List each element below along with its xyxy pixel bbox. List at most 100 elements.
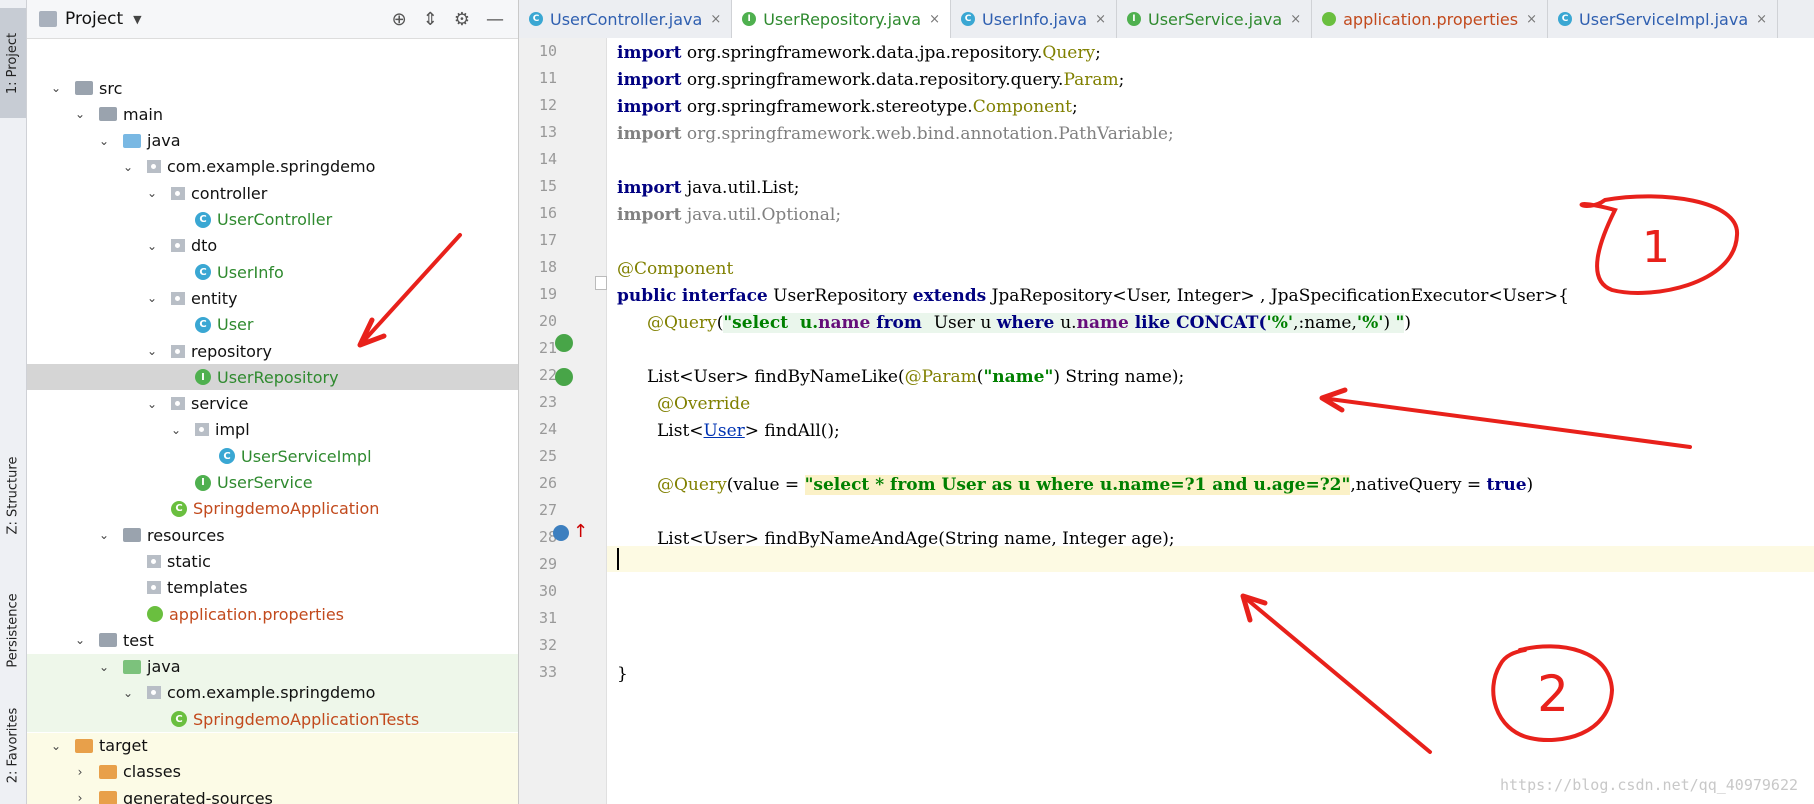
tree-item[interactable]: ⌄ impl [27,417,518,443]
code-line-24: List<User> findAll(); [657,421,840,441]
tree-item[interactable]: ⌄ service [27,391,518,417]
close-icon[interactable]: × [710,12,721,27]
tree-item-label: SpringdemoApplicationTests [193,709,420,729]
code-line-10: import org.springframework.data.jpa.repo… [617,43,1101,63]
tree-item[interactable]: C UserController [27,207,518,233]
editor-tab[interactable]: I UserRepository.java × [732,0,951,38]
project-panel-title: Project [65,9,124,29]
chevron-down-icon[interactable]: ⌄ [169,423,183,437]
tree-item[interactable]: C User [27,312,518,338]
tree-item[interactable]: I UserService [27,470,518,496]
tree-item[interactable]: I UserRepository [27,364,518,391]
tree-item[interactable]: ⌄ src [27,75,518,101]
code-line-15: import java.util.List; [617,178,800,198]
chevron-down-icon[interactable]: ⌄ [73,633,87,647]
tree-item[interactable]: ⌄ java [27,128,518,154]
editor-tab[interactable]: C UserController.java × [519,0,733,38]
chevron-down-icon[interactable]: ⌄ [121,160,135,174]
package-icon [171,239,185,253]
tree-item[interactable]: ⌄ entity [27,285,518,311]
tab-structure-tool[interactable]: Z: Structure [0,440,26,550]
tree-item[interactable]: ⌄ repository [27,338,518,364]
line-number: 31 [538,609,557,627]
tree-item[interactable]: ⌄ controller [27,180,518,206]
chevron-down-icon[interactable]: ⌄ [97,660,111,674]
editor-tab-label: application.properties [1343,9,1519,29]
editor-tab-label: UserRepository.java [763,9,922,29]
close-icon[interactable]: × [929,12,940,27]
editor-tab[interactable]: C UserServiceImpl.java × [1548,0,1779,38]
tree-item[interactable]: ⌄ main [27,101,518,127]
code-editor[interactable]: import org.springframework.data.jpa.repo… [607,38,1814,804]
tree-item[interactable]: C SpringdemoApplication [27,496,518,522]
chevron-down-icon[interactable]: ⌄ [145,291,159,305]
tree-item[interactable]: application.properties [27,601,518,627]
tree-item[interactable]: static [27,548,518,574]
tree-item[interactable]: ⌄ java [27,653,518,680]
chevron-down-icon[interactable]: ⌄ [121,686,135,700]
class-icon: C [195,264,211,281]
chevron-right-icon[interactable]: › [73,791,87,804]
chevron-down-icon[interactable]: ⌄ [145,186,159,200]
tab-project-tool[interactable]: 1: Project [0,8,26,118]
tab-persistence-tool[interactable]: Persistence [0,580,26,680]
interface-icon: I [195,369,211,386]
code-line-11: import org.springframework.data.reposito… [617,70,1125,90]
tree-item-label: entity [191,288,238,308]
editor-tab[interactable]: I UserService.java × [1117,0,1313,38]
line-number: 24 [538,420,557,438]
close-icon[interactable]: × [1095,12,1106,27]
chevron-down-icon[interactable]: ⌄ [97,134,111,148]
chevron-down-icon[interactable]: ⌄ [73,107,87,121]
code-line-23: @Override [657,394,751,414]
chevron-down-icon[interactable]: ⌄ [145,239,159,253]
override-icon[interactable] [553,525,569,541]
close-icon[interactable]: × [1526,12,1537,27]
editor-tab[interactable]: application.properties × [1312,0,1549,38]
user-type-link[interactable]: User [704,421,745,441]
package-icon [171,344,185,358]
tree-item[interactable]: ⌄ com.example.springdemo [27,679,518,706]
collapse-all-icon[interactable]: ⇕ [423,9,438,30]
close-icon[interactable]: × [1290,12,1301,27]
line-number: 13 [538,123,557,141]
chevron-down-icon[interactable]: ⌄ [145,397,159,411]
line-number: 33 [538,663,557,681]
line-number: 19 [538,285,557,303]
tree-item-label: dto [191,236,218,256]
spring-bean-icon[interactable] [555,368,573,386]
editor-tab[interactable]: C UserInfo.java × [951,0,1117,38]
chevron-down-icon[interactable]: ⌄ [97,528,111,542]
fold-marker-icon[interactable] [595,276,607,290]
locate-icon[interactable]: ⊕ [392,9,407,30]
spring-bean-icon[interactable] [555,334,573,352]
tree-item[interactable]: C SpringdemoApplicationTests [27,706,518,733]
gear-icon[interactable]: ⚙ [454,9,470,30]
chevron-right-icon[interactable]: › [73,765,87,779]
arrow-up-icon[interactable]: ↑ [573,521,588,542]
folder-icon [99,107,117,122]
chevron-down-icon[interactable]: ⌄ [49,81,63,95]
tree-item[interactable]: templates [27,575,518,601]
line-number: 11 [538,69,557,87]
tree-item[interactable]: › generated-sources [27,785,518,804]
tree-item[interactable]: ⌄ target [27,732,518,759]
chevron-down-icon[interactable]: ⌄ [49,739,63,753]
tab-persistence-tool-label: Persistence [5,592,21,668]
tree-item-label: UserInfo [217,262,284,282]
tree-item[interactable]: C UserServiceImpl [27,443,518,469]
tab-project-tool-label: 1: Project [5,32,21,94]
tree-item[interactable]: › classes [27,758,518,785]
tree-item[interactable]: ⌄ test [27,627,518,653]
minimize-icon[interactable]: — [486,9,504,30]
chevron-down-icon[interactable]: ▼ [133,13,141,26]
folder-icon [123,528,141,543]
project-icon [39,11,57,27]
close-icon[interactable]: × [1756,12,1767,27]
tree-item[interactable]: ⌄ resources [27,522,518,548]
tree-item[interactable]: ⌄ com.example.springdemo [27,154,518,180]
tree-item[interactable]: C UserInfo [27,259,518,285]
chevron-down-icon[interactable]: ⌄ [145,344,159,358]
tab-favorites-tool[interactable]: 2: Favorites [0,695,26,795]
tree-item[interactable]: ⌄ dto [27,233,518,259]
